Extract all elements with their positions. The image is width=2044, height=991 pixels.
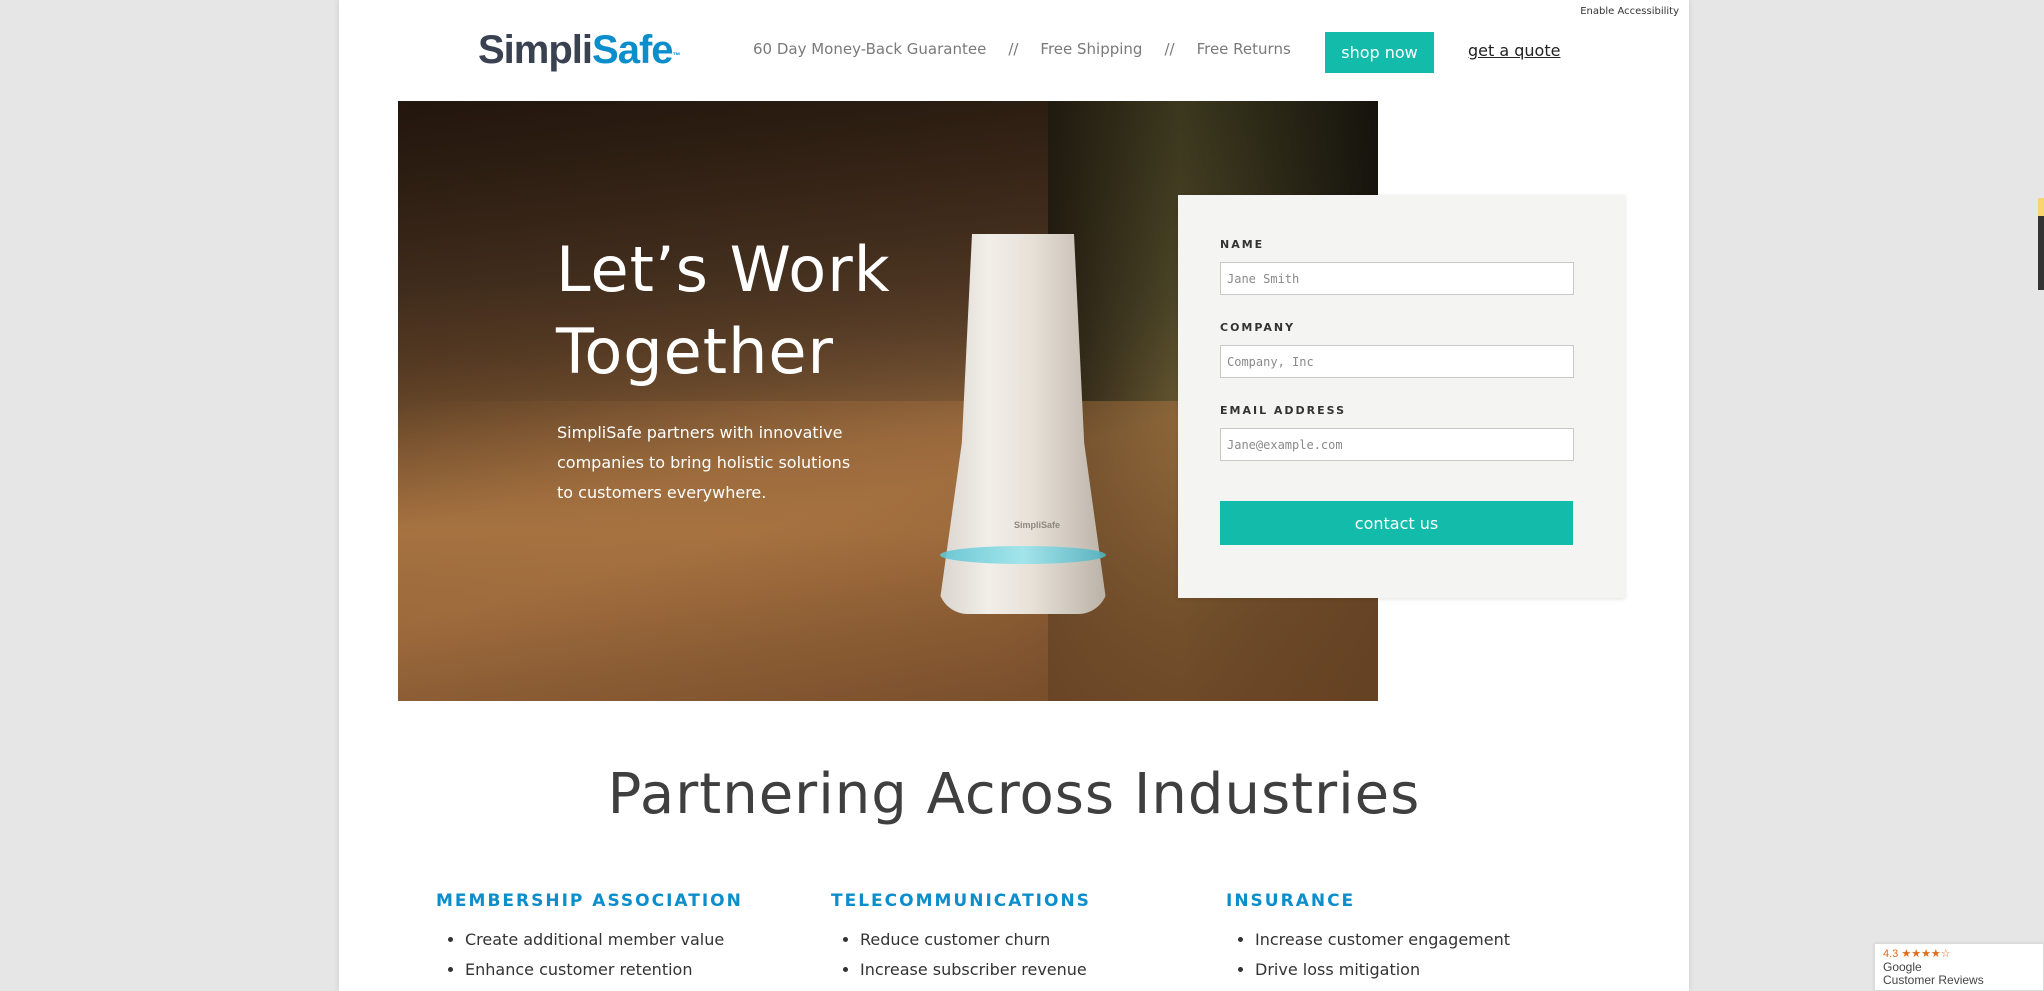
industry-benefit-list: Reduce customer churn Increase subscribe…: [831, 925, 1191, 985]
shop-now-button[interactable]: shop now: [1325, 32, 1434, 73]
hero-description: SimpliSafe partners with innovative comp…: [557, 423, 851, 502]
perk-separator: //: [1164, 40, 1175, 58]
industries-title: Partnering Across Industries: [607, 762, 1421, 827]
email-label: EMAIL ADDRESS: [1220, 404, 1347, 417]
base-station-light-ring: [940, 546, 1106, 564]
logo-text-simpli: Simpli: [478, 28, 593, 72]
logo-text-safe: Safe: [592, 28, 673, 72]
contact-us-button[interactable]: contact us: [1220, 501, 1573, 545]
google-reviews-badge[interactable]: 4.3 ★★★★☆ Google Customer Reviews: [1874, 943, 2044, 991]
enable-accessibility-link[interactable]: Enable Accessibility: [1580, 6, 1679, 17]
industry-heading: INSURANCE: [1226, 891, 1356, 911]
side-edge-highlight: [2038, 198, 2044, 216]
email-field[interactable]: [1220, 428, 1574, 461]
simplisafe-logo[interactable]: SimpliSafe™: [478, 28, 681, 72]
industry-column-membership: MEMBERSHIP ASSOCIATION Create additional…: [436, 891, 796, 985]
base-station-image: SimpliSafe: [938, 234, 1108, 614]
company-label: COMPANY: [1220, 321, 1296, 334]
get-a-quote-link[interactable]: get a quote: [1468, 41, 1560, 60]
list-item: Enhance customer retention: [465, 955, 796, 985]
logo-trademark: ™: [672, 51, 681, 60]
name-label: NAME: [1220, 238, 1265, 251]
perk-shipping: Free Shipping: [1040, 40, 1143, 58]
industry-benefit-list: Create additional member value Enhance c…: [436, 925, 796, 985]
perk-guarantee: 60 Day Money-Back Guarantee: [753, 40, 987, 58]
hero-title: Let’s Work Together: [556, 233, 891, 388]
industry-heading: MEMBERSHIP ASSOCIATION: [436, 891, 743, 911]
list-item: Create additional member value: [465, 925, 796, 955]
industry-column-insurance: INSURANCE Increase customer engagement D…: [1226, 891, 1586, 985]
name-field[interactable]: [1220, 262, 1574, 295]
perk-separator: //: [1008, 40, 1019, 58]
list-item: Drive loss mitigation: [1255, 955, 1586, 985]
company-field[interactable]: [1220, 345, 1574, 378]
list-item: Reduce customer churn: [860, 925, 1191, 955]
perk-returns: Free Returns: [1196, 40, 1291, 58]
page-container: Enable Accessibility SimpliSafe™ 60 Day …: [339, 0, 1689, 991]
contact-form: NAME COMPANY EMAIL ADDRESS contact us: [1178, 195, 1625, 598]
reviews-caption: Customer Reviews: [1883, 973, 1984, 987]
list-item: Increase customer engagement: [1255, 925, 1586, 955]
base-station-brand-logo: SimpliSafe: [1014, 520, 1061, 530]
industry-benefit-list: Increase customer engagement Drive loss …: [1226, 925, 1586, 985]
industry-column-telecommunications: TELECOMMUNICATIONS Reduce customer churn…: [831, 891, 1191, 985]
list-item: Increase subscriber revenue: [860, 955, 1191, 985]
perks-bar: 60 Day Money-Back Guarantee // Free Ship…: [753, 40, 1291, 58]
industry-heading: TELECOMMUNICATIONS: [831, 891, 1091, 911]
